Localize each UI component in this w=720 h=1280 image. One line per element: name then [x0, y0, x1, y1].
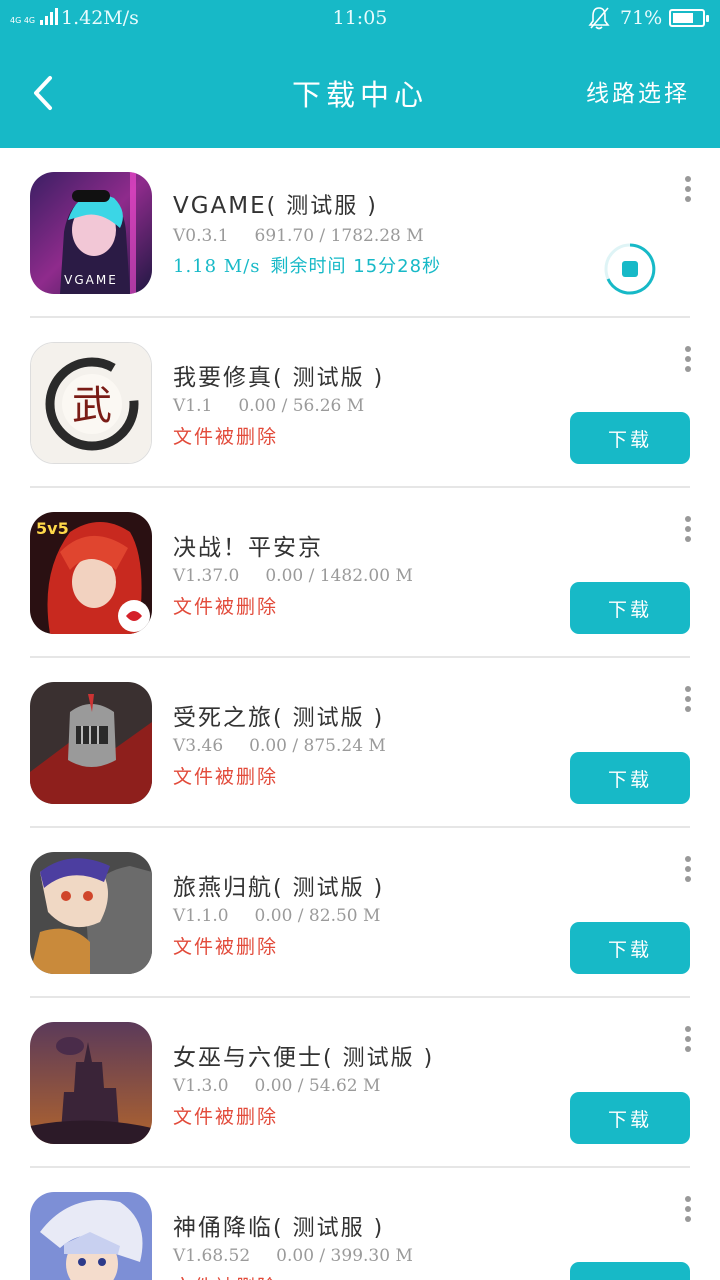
app-size: 0.00 / 875.24 M [249, 736, 386, 756]
app-size: 691.70 / 1782.28 M [254, 226, 424, 246]
mute-bell-icon [588, 7, 610, 30]
app-version: V1.3.0 [173, 1076, 229, 1096]
download-button[interactable]: 下载 [570, 412, 690, 464]
app-size: 0.00 / 54.62 M [254, 1076, 381, 1096]
download-speed: 1.18 M/s [173, 256, 261, 277]
download-button[interactable]: 下载 [570, 1092, 690, 1144]
app-name: VGAME( 测试服 ) [173, 193, 378, 219]
top-header: 4G 4G 1.42M/s 11:05 71% 下载中心 线路选择 [0, 0, 720, 148]
nvwu-app-icon [30, 1022, 152, 1144]
app-meta: V3.46 0.00 / 875.24 M [173, 736, 386, 756]
download-button[interactable]: 下载 [570, 1262, 690, 1280]
file-deleted-status: 文件被删除 [173, 936, 279, 958]
more-options-icon[interactable] [684, 1026, 692, 1052]
file-deleted-status: 文件被删除 [173, 596, 279, 618]
shenyongjianglin-app-icon [30, 1192, 152, 1280]
more-options-icon[interactable] [684, 856, 692, 882]
more-options-icon[interactable] [684, 686, 692, 712]
app-size: 0.00 / 1482.00 M [265, 566, 413, 586]
app-meta: V1.37.0 0.00 / 1482.00 M [173, 566, 413, 586]
download-item[interactable]: 受死之旅( 测试版 ) V3.46 0.00 / 875.24 M 文件被删除 下… [0, 658, 720, 828]
app-version: V0.3.1 [173, 226, 229, 246]
juezhan-pinganjing-app-icon: 5v5 [30, 512, 152, 634]
svg-text:武: 武 [72, 383, 112, 429]
app-size: 0.00 / 82.50 M [254, 906, 381, 926]
app-name: 神俑降临( 测试服 ) [173, 1215, 385, 1241]
app-name: 受死之旅( 测试版 ) [173, 705, 385, 731]
pause-download-button[interactable] [603, 242, 657, 296]
file-deleted-status: 文件被删除 [173, 426, 279, 448]
status-time: 11:05 [332, 7, 388, 29]
download-item[interactable]: 武 我要修真( 测试版 ) V1.1 0.00 / 56.26 M 文件被删除 下… [0, 318, 720, 488]
more-options-icon[interactable] [684, 176, 692, 202]
battery-percent: 71% [620, 7, 663, 29]
download-list: VGAME VGAME( 测试服 ) V0.3.1 691.70 / 1782.2… [0, 148, 720, 1280]
app-version: V1.1 [173, 396, 213, 416]
vgame-app-icon: VGAME [30, 172, 152, 294]
download-item[interactable]: 女巫与六便士( 测试版 ) V1.3.0 0.00 / 54.62 M 文件被删除… [0, 998, 720, 1168]
file-deleted-status: 文件被删除 [173, 1106, 279, 1128]
app-size: 0.00 / 399.30 M [276, 1246, 413, 1266]
download-button[interactable]: 下载 [570, 752, 690, 804]
app-name: 我要修真( 测试版 ) [173, 365, 385, 391]
svg-text:5v5: 5v5 [36, 519, 69, 538]
app-version: V1.37.0 [173, 566, 240, 586]
download-item[interactable]: VGAME VGAME( 测试服 ) V0.3.1 691.70 / 1782.2… [0, 148, 720, 318]
route-select-button[interactable]: 线路选择 [586, 74, 690, 108]
svg-text:VGAME: VGAME [64, 273, 118, 287]
more-options-icon[interactable] [684, 346, 692, 372]
file-deleted-status: 文件被删除 [173, 1272, 278, 1280]
more-options-icon[interactable] [684, 516, 692, 542]
woyaoxiuzhen-app-icon: 武 [30, 342, 152, 464]
download-progress: 1.18 M/s 剩余时间 15分28秒 [173, 252, 441, 278]
app-meta: V1.3.0 0.00 / 54.62 M [173, 1076, 380, 1096]
lvyanguihang-app-icon [30, 852, 152, 974]
more-options-icon[interactable] [684, 1196, 692, 1222]
app-meta: V1.1.0 0.00 / 82.50 M [173, 906, 380, 926]
download-item[interactable]: 旅燕归航( 测试版 ) V1.1.0 0.00 / 82.50 M 文件被删除 下… [0, 828, 720, 998]
shousizhilv-app-icon [30, 682, 152, 804]
app-version: V1.1.0 [173, 906, 229, 926]
app-meta: V0.3.1 691.70 / 1782.28 M [173, 226, 424, 246]
app-version: V1.68.52 [173, 1246, 251, 1266]
app-meta: V1.68.52 0.00 / 399.30 M [173, 1246, 413, 1266]
download-button[interactable]: 下载 [570, 922, 690, 974]
download-button[interactable]: 下载 [570, 582, 690, 634]
download-item[interactable]: 神俑降临( 测试服 ) V1.68.52 0.00 / 399.30 M 文件被删… [0, 1168, 720, 1280]
app-size: 0.00 / 56.26 M [238, 396, 365, 416]
remaining-time: 剩余时间 15分28秒 [270, 256, 442, 277]
status-bar: 4G 4G 1.42M/s 11:05 71% [0, 0, 720, 38]
app-name: 女巫与六便士( 测试版 ) [173, 1045, 435, 1071]
app-version: V3.46 [173, 736, 224, 756]
app-name: 决战！平安京 [173, 535, 323, 561]
app-meta: V1.1 0.00 / 56.26 M [173, 396, 364, 416]
battery-icon [669, 9, 709, 27]
download-item[interactable]: 5v5 决战！平安京 V1.37.0 0.00 / 1482.00 M 文件被删除… [0, 488, 720, 658]
app-name: 旅燕归航( 测试版 ) [173, 875, 385, 901]
file-deleted-status: 文件被删除 [173, 766, 279, 788]
